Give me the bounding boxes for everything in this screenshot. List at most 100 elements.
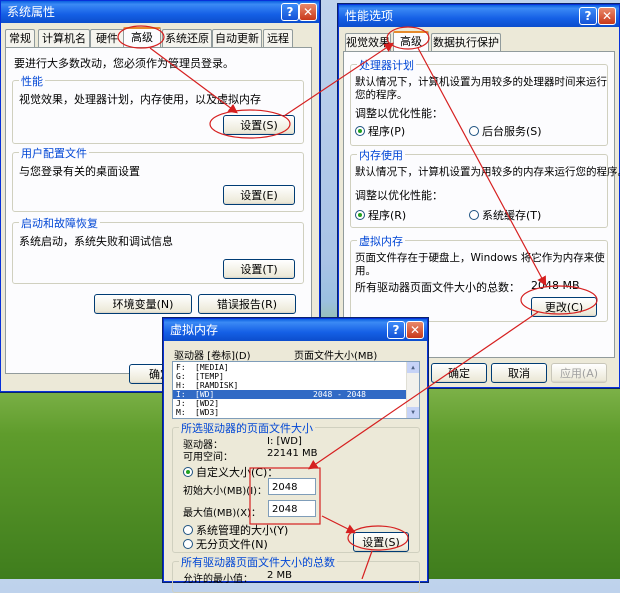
virtual-memory-group: 虚拟内存 页面文件存在于硬盘上，Windows 将它作为内存来使 用。 所有驱动…: [350, 233, 608, 322]
tab-auto-update[interactable]: 自动更新: [212, 29, 262, 47]
group-label: 虚拟内存: [357, 233, 405, 249]
initial-size-input[interactable]: 2048: [268, 478, 316, 495]
error-reporting-button[interactable]: 错误报告(R): [198, 294, 296, 314]
processor-adjust-label: 调整以优化性能：: [355, 107, 443, 120]
drive-list[interactable]: F: [MEDIA] G: [TEMP] H: [RAMDISK] I: [WD] 2048 -…: [172, 361, 420, 419]
free-space-value: 22141 MB: [267, 448, 318, 459]
tab-computer-name[interactable]: 计算机名: [38, 29, 90, 47]
processor-scheduling-group: 处理器计划 默认情况下，计算机设置为用较多的处理器时间来运行 您的程序。 调整以…: [350, 57, 608, 146]
drive-volume-label: [WD2]: [195, 399, 220, 408]
radio-icon: [183, 525, 193, 535]
processor-background-radio[interactable]: 后台服务(S): [469, 123, 542, 139]
drive-letter: M:: [176, 408, 186, 417]
scroll-down-icon[interactable]: ▼: [407, 407, 419, 418]
admin-note: 要进行大多数改动，您必须作为管理员登录。: [14, 57, 234, 70]
drive-rows: F: [MEDIA] G: [TEMP] H: [RAMDISK] I: [WD] 2048 -…: [173, 363, 407, 417]
drive-page-size: 2048 - 2048: [313, 390, 366, 399]
drive-row[interactable]: F: [MEDIA]: [173, 363, 407, 372]
close-icon[interactable]: ✕: [598, 7, 616, 25]
column-header-size: 页面文件大小(MB): [294, 351, 378, 362]
drive-row[interactable]: M: [WD3]: [173, 408, 407, 417]
startup-recovery-description: 系统启动，系统失败和调试信息: [19, 235, 173, 248]
drive-volume-label: [WD]: [195, 390, 215, 399]
radio-label: 程序(P): [368, 125, 406, 138]
environment-variables-button[interactable]: 环境变量(N): [94, 294, 192, 314]
radio-label: 程序(R): [368, 209, 407, 222]
radio-label: 系统缓存(T): [482, 209, 542, 222]
tab-visual-effects[interactable]: 视觉效果: [345, 33, 391, 51]
window-title: 系统属性: [7, 5, 56, 19]
apply-button[interactable]: 应用(A): [551, 363, 607, 383]
ok-button[interactable]: 确定: [431, 363, 487, 383]
tab-dep[interactable]: 数据执行保护: [431, 33, 501, 51]
total-size-group: 所有驱动器页面文件大小的总数 允许的最小值： 2 MB: [172, 554, 420, 593]
group-label: 用户配置文件: [19, 145, 89, 161]
free-space-label: 可用空间：: [183, 452, 233, 463]
radio-label: 无分页文件(N): [196, 538, 268, 551]
drive-letter: G:: [176, 372, 186, 381]
drive-volume-label: [WD3]: [195, 408, 220, 417]
min-allowed-label: 允许的最小值：: [183, 574, 253, 585]
group-label: 所有驱动器页面文件大小的总数: [179, 554, 337, 570]
tab-advanced[interactable]: 高级: [393, 31, 429, 53]
memory-programs-radio[interactable]: 程序(R): [355, 207, 406, 223]
memory-system-cache-radio[interactable]: 系统缓存(T): [469, 207, 541, 223]
user-profiles-group: 用户配置文件 与您登录有关的桌面设置 设置(E): [12, 145, 304, 212]
radio-label: 自定义大小(C)：: [196, 466, 279, 479]
tab-general[interactable]: 常规: [5, 29, 35, 47]
drive-row[interactable]: G: [TEMP]: [173, 372, 407, 381]
drive-row[interactable]: H: [RAMDISK]: [173, 381, 407, 390]
radio-label: 后台服务(S): [482, 125, 542, 138]
advanced-panel: 处理器计划 默认情况下，计算机设置为用较多的处理器时间来运行 您的程序。 调整以…: [343, 51, 620, 358]
drive-letter: H:: [176, 381, 186, 390]
radio-icon: [183, 539, 193, 549]
system-properties-titlebar[interactable]: 系统属性 ? ✕: [1, 1, 319, 23]
vm-description-line2: 用。: [355, 265, 376, 277]
processor-programs-radio[interactable]: 程序(P): [355, 123, 405, 139]
tab-advanced[interactable]: 高级: [123, 27, 161, 49]
tab-hardware[interactable]: 硬件: [90, 29, 124, 47]
close-icon[interactable]: ✕: [299, 3, 317, 21]
drive-list-scrollbar[interactable]: ▲ ▼: [406, 362, 419, 418]
min-allowed-value: 2 MB: [267, 570, 293, 581]
help-icon[interactable]: ?: [387, 321, 405, 339]
drive-volume-label: [TEMP]: [195, 372, 224, 381]
performance-group: 性能 视觉效果，处理器计划，内存使用，以及虚拟内存 设置(S): [12, 73, 304, 144]
custom-size-radio[interactable]: 自定义大小(C)：: [183, 464, 278, 480]
performance-settings-button[interactable]: 设置(S): [223, 115, 295, 135]
tab-remote[interactable]: 远程: [263, 29, 293, 47]
max-size-input[interactable]: 2048: [268, 500, 316, 517]
drive-row[interactable]: J: [WD2]: [173, 399, 407, 408]
max-size-label: 最大值(MB)(X)：: [183, 508, 261, 519]
radio-selected-icon: [183, 467, 193, 477]
user-profiles-settings-button[interactable]: 设置(E): [223, 185, 295, 205]
group-label: 启动和故障恢复: [19, 215, 100, 231]
vm-change-button[interactable]: 更改(C): [531, 297, 597, 317]
performance-description: 视觉效果，处理器计划，内存使用，以及虚拟内存: [19, 93, 261, 106]
vm-description-line1: 页面文件存在于硬盘上，Windows 将它作为内存来使: [355, 252, 605, 264]
set-button[interactable]: 设置(S): [353, 532, 409, 552]
radio-selected-icon: [355, 210, 365, 220]
close-icon[interactable]: ✕: [406, 321, 424, 339]
help-icon[interactable]: ?: [281, 3, 299, 21]
group-label: 性能: [19, 73, 45, 89]
vm-total-value: 2048 MB: [531, 279, 580, 292]
scroll-up-icon[interactable]: ▲: [407, 362, 419, 373]
cancel-button[interactable]: 取消: [491, 363, 547, 383]
no-paging-file-radio[interactable]: 无分页文件(N): [183, 536, 268, 552]
radio-icon: [469, 126, 479, 136]
radio-icon: [469, 210, 479, 220]
processor-description-line2: 您的程序。: [355, 89, 408, 101]
performance-options-titlebar[interactable]: 性能选项 ? ✕: [339, 5, 619, 27]
startup-recovery-group: 启动和故障恢复 系统启动，系统失败和调试信息 设置(T): [12, 215, 304, 284]
window-title: 虚拟内存: [170, 323, 219, 337]
initial-size-label: 初始大小(MB)(I)：: [183, 486, 268, 497]
drive-row[interactable]: I: [WD] 2048 - 2048: [173, 390, 407, 399]
startup-recovery-settings-button[interactable]: 设置(T): [223, 259, 295, 279]
tab-system-restore[interactable]: 系统还原: [162, 29, 212, 47]
selected-drive-group: 所选驱动器的页面文件大小 驱动器： I: [WD] 可用空间： 22141 MB…: [172, 420, 420, 553]
memory-adjust-label: 调整以优化性能：: [355, 189, 443, 202]
help-icon[interactable]: ?: [579, 7, 597, 25]
drive-volume-label: [RAMDISK]: [195, 381, 239, 390]
virtual-memory-titlebar[interactable]: 虚拟内存 ? ✕: [164, 319, 427, 341]
